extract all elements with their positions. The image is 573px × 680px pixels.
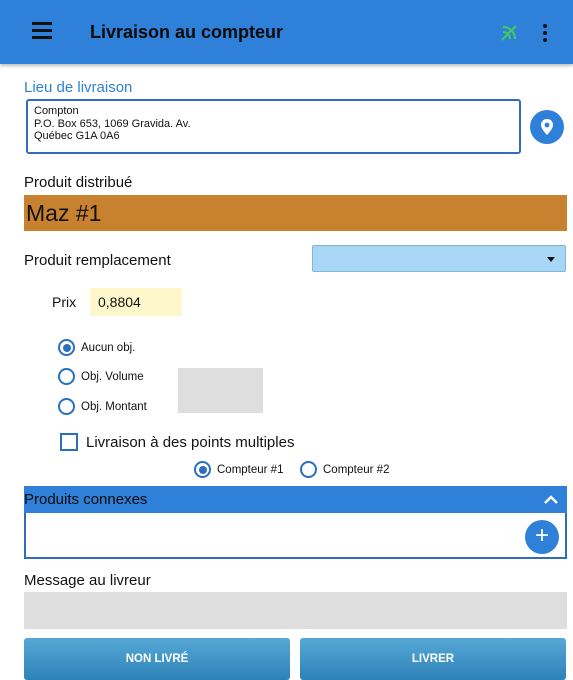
address-line: P.O. Box 653, 1069 Gravida. Av. [34, 117, 191, 130]
page-title: Livraison au compteur [90, 22, 284, 42]
driver-message-label: Message au livreur [24, 572, 151, 589]
radio-meter-1[interactable]: Compteur #1 [194, 461, 283, 478]
radio-meter-2[interactable]: Compteur #2 [300, 461, 389, 478]
address-line: Compton [34, 105, 79, 117]
radio-button-icon [58, 398, 75, 415]
related-products-label: Produits connexes [24, 491, 148, 508]
map-location-button[interactable] [530, 110, 564, 144]
deliver-button[interactable]: LIVRER [300, 638, 566, 680]
radio-label: Compteur #1 [217, 463, 284, 476]
replacement-product-select[interactable] [312, 245, 566, 272]
radio-amount-objective[interactable]: Obj. Montant [58, 398, 147, 415]
map-marker-icon [541, 119, 553, 135]
distributed-product-value: Maz #1 [24, 195, 567, 231]
chevron-down-icon [547, 257, 555, 262]
signal-icon [501, 25, 517, 41]
radio-label: Aucun obj. [81, 341, 136, 354]
price-label: Prix [52, 294, 77, 310]
objective-value-field[interactable] [178, 368, 263, 413]
address-box[interactable]: Compton P.O. Box 653, 1069 Gravida. Av. … [26, 99, 521, 154]
checkbox-icon [60, 433, 78, 451]
radio-label: Obj. Volume [81, 370, 144, 383]
multi-point-delivery-checkbox[interactable]: Livraison à des points multiples [60, 433, 294, 451]
radio-label: Obj. Montant [81, 400, 147, 413]
radio-volume-objective[interactable]: Obj. Volume [58, 368, 144, 385]
plus-icon[interactable]: + [525, 520, 559, 554]
replacement-product-label: Produit remplacement [24, 252, 171, 269]
driver-message-input[interactable] [24, 592, 567, 629]
chevron-up-icon [544, 495, 558, 504]
radio-no-objective[interactable]: Aucun obj. [58, 339, 135, 356]
related-products-header[interactable]: Produits connexes [24, 486, 567, 513]
radio-button-icon [300, 461, 317, 478]
radio-button-icon [58, 368, 75, 385]
checkbox-label: Livraison à des points multiples [86, 433, 295, 451]
not-delivered-button[interactable]: NON LIVRÉ [24, 638, 290, 680]
app-bar: Livraison au compteur [0, 0, 573, 64]
distributed-product-label: Produit distribué [24, 174, 133, 191]
price-input[interactable]: 0,8804 [90, 288, 182, 316]
related-products-list [24, 513, 567, 559]
radio-button-icon [58, 339, 75, 356]
address-line: Québec G1A 0A6 [34, 130, 120, 142]
more-vert-icon[interactable] [543, 24, 549, 42]
hamburger-menu-icon[interactable] [32, 22, 52, 39]
radio-button-icon [194, 461, 211, 478]
delivery-location-label: Lieu de livraison [24, 79, 133, 96]
radio-label: Compteur #2 [323, 463, 390, 476]
